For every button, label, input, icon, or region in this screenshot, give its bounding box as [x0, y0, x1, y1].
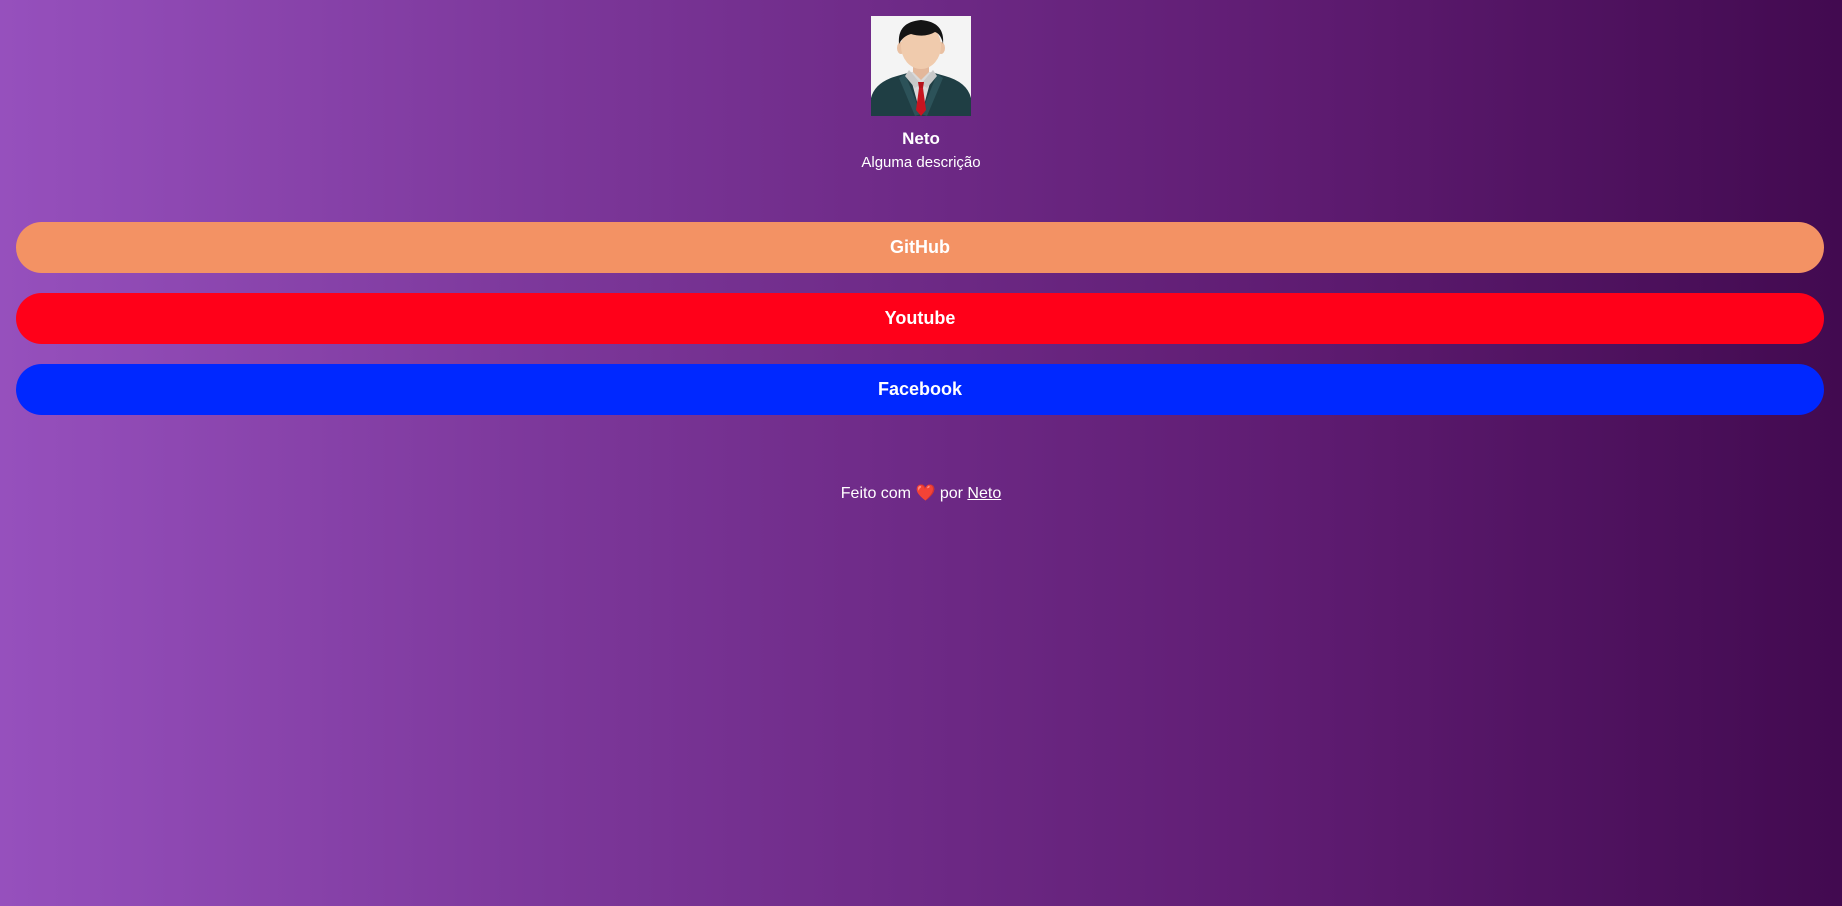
profile-name: Neto	[902, 129, 940, 148]
person-avatar-icon	[871, 16, 971, 116]
facebook-link-button[interactable]: Facebook	[16, 364, 1824, 415]
footer-middle: por	[939, 485, 963, 502]
github-link-button[interactable]: GitHub	[16, 222, 1824, 273]
profile-description: Alguma descrição	[861, 154, 981, 171]
footer-prefix: Feito com	[840, 485, 912, 502]
footer: Feito com ❤️ por Neto	[0, 484, 1842, 504]
heart-icon: ❤️	[915, 485, 936, 502]
link-list: GitHub Youtube Facebook	[16, 222, 1824, 435]
youtube-link-button[interactable]: Youtube	[16, 293, 1824, 344]
profile-header: Neto Alguma descrição	[0, 16, 1842, 172]
avatar	[871, 16, 971, 116]
author-link[interactable]: Neto	[967, 485, 1001, 502]
